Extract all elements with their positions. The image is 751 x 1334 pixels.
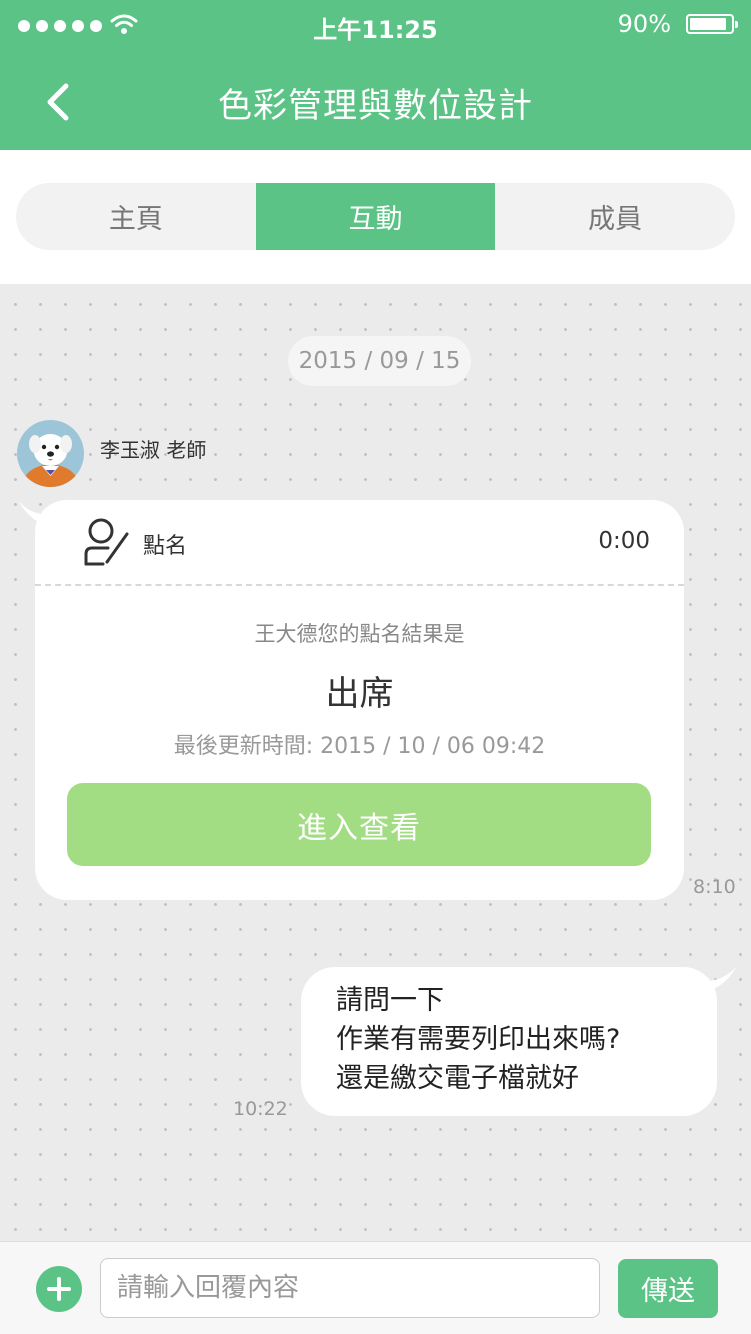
plus-circle-icon[interactable] <box>36 1266 82 1312</box>
avatar[interactable] <box>17 420 84 487</box>
message-line: 請問一下 <box>336 985 444 1016</box>
sender-name: 李玉淑 老師 <box>100 438 207 462</box>
tab-members[interactable]: 成員 <box>495 183 735 250</box>
attendance-result: 出席 <box>325 674 394 714</box>
reply-input[interactable] <box>100 1258 600 1318</box>
message-time: 8:10 <box>693 876 736 898</box>
message-line: 還是繳交電子檔就好 <box>336 1063 579 1094</box>
message-time: 10:22 <box>233 1098 288 1120</box>
reply-bar: 傳送 <box>0 1241 751 1334</box>
page-title: 色彩管理與數位設計 <box>218 86 533 126</box>
card-timer: 0:00 <box>598 528 650 554</box>
card-header: 點名 0:00 <box>35 500 684 586</box>
message-line: 作業有需要列印出來嗎? <box>336 1024 621 1055</box>
tab-interaction[interactable]: 互動 <box>255 183 496 250</box>
result-prompt: 王大德您的點名結果是 <box>254 622 465 646</box>
status-bar: 上午11:25 90% <box>0 0 751 50</box>
battery-percent: 90% <box>617 10 671 38</box>
outgoing-message-bubble: 請問一下 作業有需要列印出來嗎? 還是繳交電子檔就好 <box>301 967 717 1116</box>
view-details-button[interactable]: 進入查看 <box>67 783 651 866</box>
last-updated-text: 最後更新時間: 2015 / 10 / 06 09:42 <box>173 734 546 759</box>
chat-area[interactable]: 2015 / 09 / 15 李玉淑 老師 點名 0:00 王大德您的點名結果是 <box>0 284 751 1241</box>
person-check-icon <box>84 518 129 566</box>
app-header: 上午11:25 90% 色彩管理與數位設計 <box>0 0 751 150</box>
card-title: 點名 <box>143 534 188 559</box>
attendance-card: 點名 0:00 王大德您的點名結果是 出席 最後更新時間: 2015 / 10 … <box>35 500 684 900</box>
tab-bar: 主頁 互動 成員 <box>16 183 735 250</box>
tab-home[interactable]: 主頁 <box>16 183 256 250</box>
battery-icon <box>686 14 738 34</box>
tab-bar-container: 主頁 互動 成員 <box>0 150 751 284</box>
date-separator: 2015 / 09 / 15 <box>288 336 471 386</box>
send-button[interactable]: 傳送 <box>618 1259 718 1318</box>
